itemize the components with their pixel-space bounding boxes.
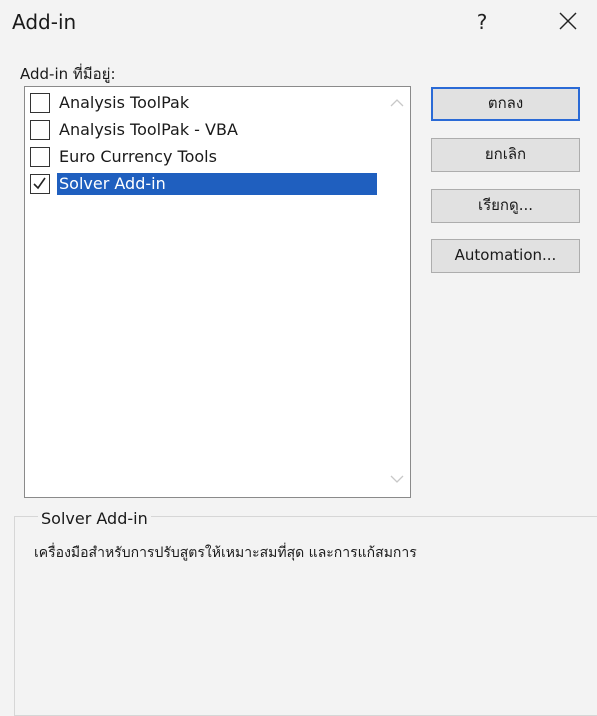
addin-checkbox[interactable] — [30, 146, 50, 167]
browse-button[interactable]: เรียกดู... — [431, 189, 580, 223]
addin-dialog: Add-in ? Add-in ที่มีอยู่: Analysis Tool… — [0, 0, 597, 716]
chevron-up-icon[interactable] — [388, 95, 406, 111]
automation-button[interactable]: Automation... — [431, 239, 580, 273]
addins-list: Analysis ToolPak Analysis ToolPak - VBA Eu… — [27, 89, 377, 197]
addin-list-item[interactable]: Euro Currency Tools — [27, 143, 377, 170]
help-button[interactable]: ? — [468, 8, 496, 36]
addins-listbox[interactable]: Analysis ToolPak Analysis ToolPak - VBA Eu… — [24, 86, 411, 498]
addin-list-item[interactable]: Analysis ToolPak - VBA — [27, 116, 377, 143]
addin-label: Analysis ToolPak - VBA — [59, 119, 238, 139]
addin-list-item[interactable]: Analysis ToolPak — [27, 89, 377, 116]
addin-checkbox[interactable] — [30, 119, 50, 140]
addin-label: Solver Add-in — [57, 172, 377, 195]
close-button[interactable] — [552, 8, 582, 36]
close-icon — [559, 12, 577, 30]
cancel-button[interactable]: ยกเลิก — [431, 138, 580, 172]
chevron-down-icon[interactable] — [388, 471, 406, 487]
addin-label: Euro Currency Tools — [59, 146, 217, 166]
ok-button[interactable]: ตกลง — [431, 87, 580, 121]
available-addins-label: Add-in ที่มีอยู่: — [20, 65, 116, 83]
vertical-scrollbar[interactable] — [384, 87, 410, 497]
addin-label: Analysis ToolPak — [59, 92, 190, 112]
addin-checkbox[interactable] — [30, 173, 50, 194]
description-text: เครื่องมือสำหรับการปรับสูตรให้เหมาะสมที่… — [34, 545, 417, 561]
addin-list-item[interactable]: Solver Add-in — [27, 170, 377, 197]
title-bar: Add-in ? — [0, 0, 597, 48]
dialog-title: Add-in — [12, 10, 77, 34]
description-title: Solver Add-in — [38, 509, 151, 528]
addin-checkbox[interactable] — [30, 92, 50, 113]
checkmark-icon — [33, 177, 46, 189]
